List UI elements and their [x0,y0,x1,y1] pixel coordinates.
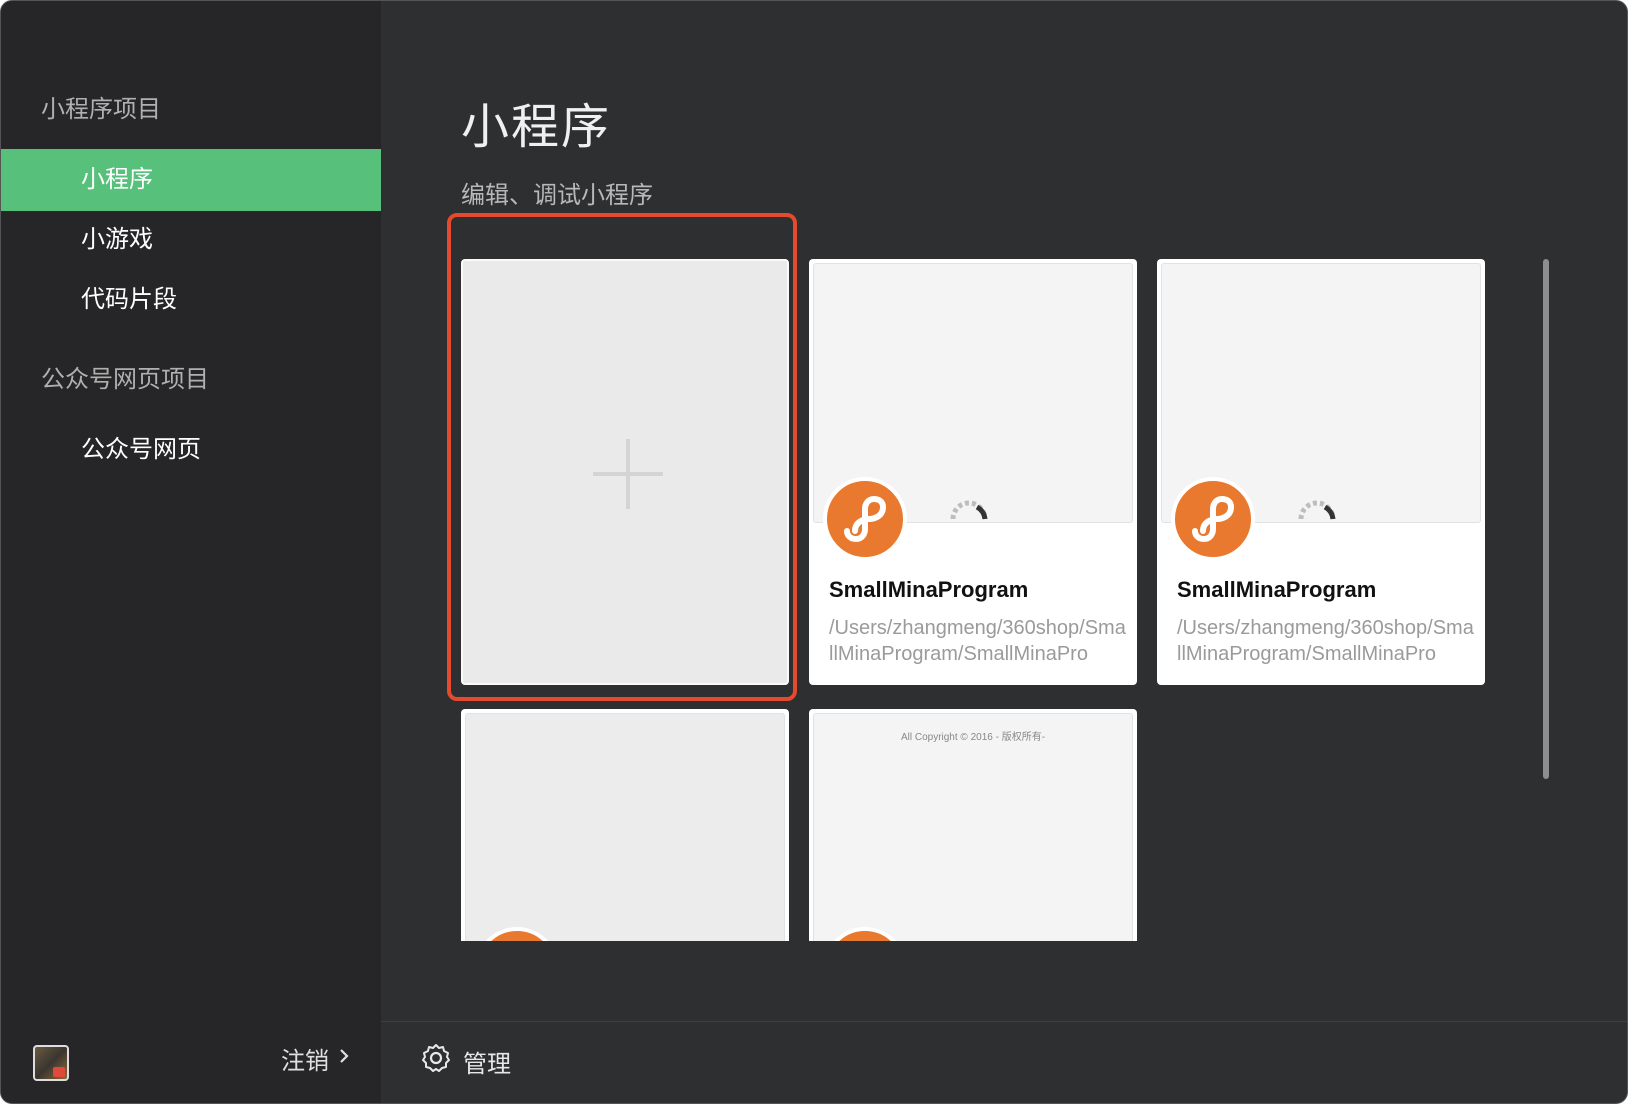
project-card[interactable]: All Copyright © 2016 - 版权所有- [809,709,1137,941]
project-thumbnail [465,713,785,941]
logout-label: 注销 [281,1048,329,1075]
manage-label: 管理 [463,1051,511,1078]
miniprogram-logo-icon [823,477,907,561]
miniprogram-logo-icon [1171,477,1255,561]
sidebar-item-official-webpage[interactable]: 公众号网页 [1,419,381,481]
project-card[interactable]: SmallMinaProgram /Users/zhangmeng/360sho… [809,259,1137,685]
project-path: /Users/zhangmeng/360shop/SmallMinaProgra… [1177,617,1474,665]
project-card[interactable] [461,709,789,941]
page-title: 小程序 [461,101,612,154]
project-card[interactable]: SmallMinaProgram /Users/zhangmeng/360sho… [1157,259,1485,685]
chevron-right-icon [339,1048,349,1069]
project-grid: SmallMinaProgram /Users/zhangmeng/360sho… [441,251,1541,941]
project-name: SmallMinaProgram [829,577,1029,602]
page-subtitle: 编辑、调试小程序 [461,182,653,209]
loading-spinner-icon [1297,497,1337,526]
sidebar-item-code-snippet[interactable]: 代码片段 [1,269,381,331]
new-project-card[interactable] [461,259,789,685]
scrollbar[interactable] [1543,259,1549,779]
avatar[interactable] [33,1045,69,1081]
logout-button[interactable]: 注销 [281,1041,349,1076]
manage-button[interactable]: 管理 [421,1043,511,1080]
sidebar-item-miniprogram[interactable]: 小程序 [1,149,381,211]
sidebar-item-minigame[interactable]: 小游戏 [1,209,381,271]
gear-icon [421,1043,451,1080]
copyright-text: All Copyright © 2016 - 版权所有- [900,732,1046,743]
loading-spinner-icon [949,497,989,526]
project-name: SmallMinaProgram [1177,577,1377,602]
project-path: /Users/zhangmeng/360shop/SmallMinaProgra… [829,617,1126,665]
project-thumbnail: All Copyright © 2016 - 版权所有- [813,713,1133,941]
section-title-miniprogram: 小程序项目 [41,96,161,123]
sidebar: 小程序项目 小程序 小游戏 代码片段 公众号网页项目 公众号网页 注销 [1,1,381,1103]
section-title-webpage: 公众号网页项目 [41,366,209,393]
app-window: 小程序项目 小程序 小游戏 代码片段 公众号网页项目 公众号网页 注销 小程序 … [0,0,1628,1104]
divider [381,1021,1627,1022]
